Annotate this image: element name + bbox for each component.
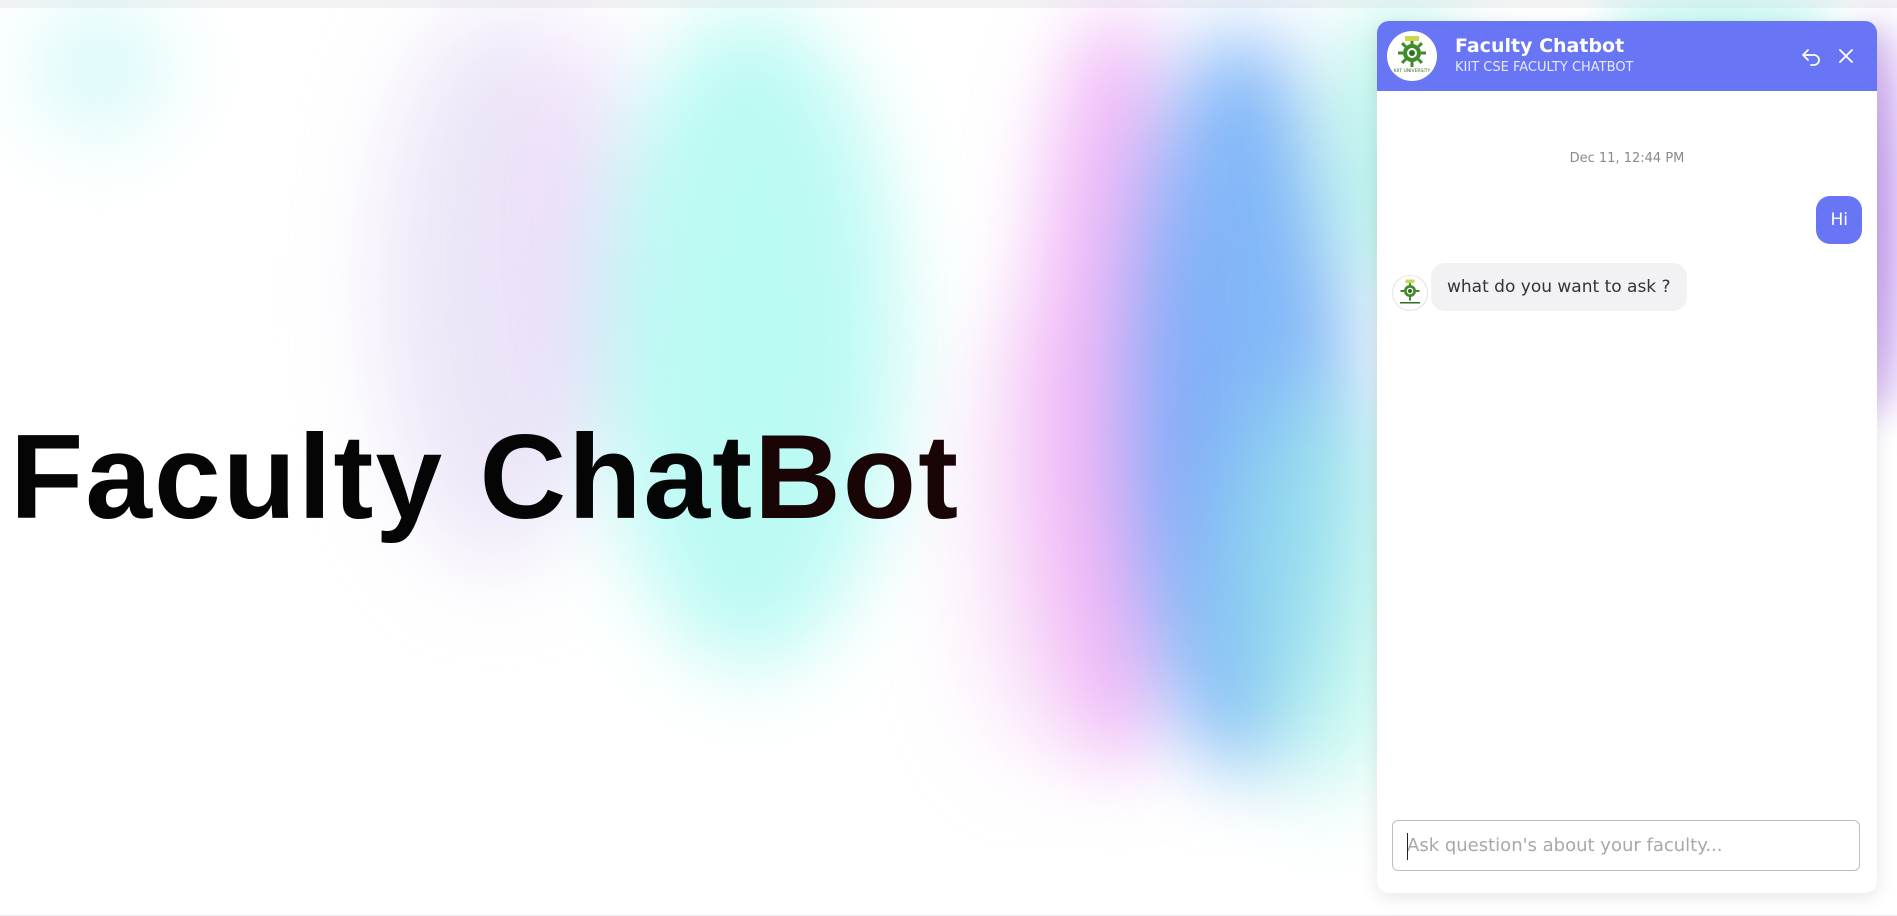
message-timestamp: Dec 11, 12:44 PM bbox=[1569, 151, 1685, 166]
reply-arrow-icon[interactable] bbox=[1797, 42, 1825, 70]
logo-text: KIIT UNIVERSITY bbox=[1394, 68, 1431, 74]
bot-message: what do you want to ask ? bbox=[1431, 263, 1687, 311]
kiit-university-logo-icon: KIIT UNIVERSITY bbox=[1387, 31, 1437, 81]
close-icon[interactable] bbox=[1832, 42, 1860, 70]
hero-title: Faculty ChatBot bbox=[10, 412, 960, 542]
chat-subtitle: KIIT CSE FACULTY CHATBOT bbox=[1455, 60, 1634, 75]
top-border bbox=[0, 0, 1897, 8]
background-glow bbox=[600, 10, 900, 670]
hero-title-part2: Bot bbox=[754, 410, 961, 544]
chat-header: KIIT UNIVERSITY Faculty Chatbot KIIT CSE… bbox=[1377, 21, 1877, 91]
hero-title-part1: Faculty Chat bbox=[10, 410, 755, 544]
chat-input[interactable] bbox=[1393, 821, 1859, 870]
user-message: Hi bbox=[1816, 196, 1862, 244]
chat-window: KIIT UNIVERSITY Faculty Chatbot KIIT CSE… bbox=[1377, 21, 1877, 893]
bot-avatar-icon bbox=[1392, 275, 1428, 311]
chat-title: Faculty Chatbot bbox=[1455, 35, 1625, 57]
page: Faculty ChatBot KIIT UNIVERSITY Faculty … bbox=[0, 0, 1897, 916]
background-glow bbox=[30, 0, 170, 140]
chat-input-container bbox=[1392, 820, 1860, 871]
text-caret bbox=[1407, 833, 1408, 860]
